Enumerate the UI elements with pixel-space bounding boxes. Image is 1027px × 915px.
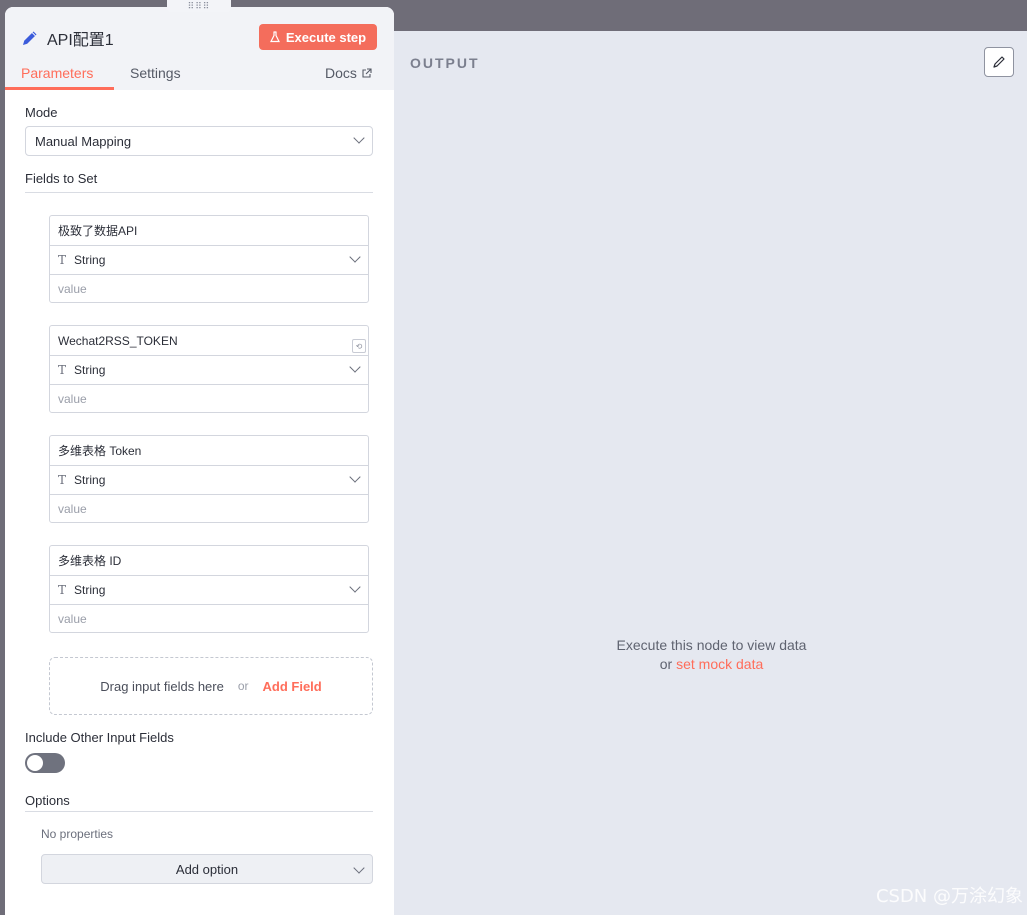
field-card: 多维表格 Token T String value [49,435,369,523]
field-card: 多维表格 ID T String value [49,545,369,633]
options-divider [25,811,373,812]
field-value-input[interactable]: value [50,604,368,633]
tab-settings[interactable]: Settings [130,65,181,81]
empty-or: or [659,656,673,672]
field-value-input[interactable]: value [50,494,368,523]
chevron-down-icon [349,361,361,373]
field-name-text: Wechat2RSS_TOKEN [58,333,178,348]
field-name-input[interactable]: 多维表格 Token [50,436,368,465]
field-name-input[interactable]: 多维表格 ID [50,546,368,575]
value-placeholder: value [58,612,87,626]
output-empty-state: Execute this node to view data or set mo… [380,636,1027,674]
chevron-down-icon [349,251,361,263]
chevron-down-icon [349,581,361,593]
field-name-input[interactable]: Wechat2RSS_TOKEN ⟲ [50,326,368,355]
node-title-text: API配置1 [47,32,114,49]
active-tab-indicator [5,87,114,90]
field-name-input[interactable]: 极致了数据API [50,216,368,245]
grip-dots-icon: ⠿⠿⠿ [187,1,211,11]
edit-output-button[interactable] [984,47,1014,77]
field-value-input[interactable]: value [50,274,368,303]
drag-handle-icon[interactable]: ⟲ [352,339,366,353]
dropzone-text: Drag input fields here [100,678,224,694]
options-label: Options [25,793,70,808]
panel-drag-handle[interactable]: ⠿⠿⠿ [167,0,231,12]
chevron-down-icon [353,132,365,144]
fields-to-set-label: Fields to Set [25,171,98,186]
field-type-select[interactable]: T String [50,465,368,494]
field-type-select[interactable]: T String [50,355,368,384]
field-type-select[interactable]: T String [50,575,368,604]
dropzone-or: or [237,679,249,693]
panel-header: API配置1 Execute step Parameters Settings … [5,7,394,90]
add-option-button[interactable]: Add option [41,854,373,884]
text-type-icon: T [58,583,67,597]
docs-link[interactable]: Docs [325,65,372,81]
text-type-icon: T [58,363,67,377]
empty-message: Execute this node to view data [616,637,807,653]
mode-select[interactable]: Manual Mapping [25,126,373,156]
pencil-icon [23,31,37,45]
output-panel: OUTPUT Execute this node to view data or… [380,31,1027,915]
set-mock-data-link[interactable]: set mock data [676,656,763,672]
execute-step-label: Execute step [285,29,367,45]
pencil-icon [993,56,1005,68]
chevron-down-icon [349,471,361,483]
value-placeholder: value [58,392,87,406]
field-type-value: String [74,363,106,377]
mode-label: Mode [25,105,58,120]
docs-label: Docs [325,65,357,81]
output-label: OUTPUT [410,55,480,71]
watermark: CSDN @万涂幻象 [875,886,1023,907]
field-type-select[interactable]: T String [50,245,368,274]
node-title[interactable]: API配置1 [21,26,114,50]
text-type-icon: T [58,473,67,487]
fields-divider [25,192,373,193]
chevron-down-icon [353,862,365,874]
text-type-icon: T [58,253,67,267]
field-type-value: String [74,473,106,487]
field-card: Wechat2RSS_TOKEN ⟲ T String value [49,325,369,413]
mode-value: Manual Mapping [35,133,132,149]
value-placeholder: value [58,502,87,516]
node-parameters-panel: API配置1 Execute step Parameters Settings … [5,7,394,915]
add-field-button[interactable]: Add Field [263,679,322,694]
field-type-value: String [74,253,106,267]
panel-tabs: Parameters Settings Docs [5,57,394,90]
no-properties-text: No properties [41,827,114,841]
toggle-knob [27,755,43,771]
tab-parameters[interactable]: Parameters [21,65,93,81]
add-option-label: Add option [175,861,239,877]
field-dropzone[interactable]: Drag input fields here or Add Field [49,657,373,715]
external-link-icon [362,67,372,78]
field-type-value: String [74,583,106,597]
value-placeholder: value [58,282,87,296]
field-card: 极致了数据API T String value [49,215,369,303]
include-other-label: Include Other Input Fields [25,730,174,745]
field-value-input[interactable]: value [50,384,368,413]
execute-step-button[interactable]: Execute step [259,24,377,50]
include-other-toggle[interactable] [25,753,65,773]
flask-icon [269,31,280,43]
